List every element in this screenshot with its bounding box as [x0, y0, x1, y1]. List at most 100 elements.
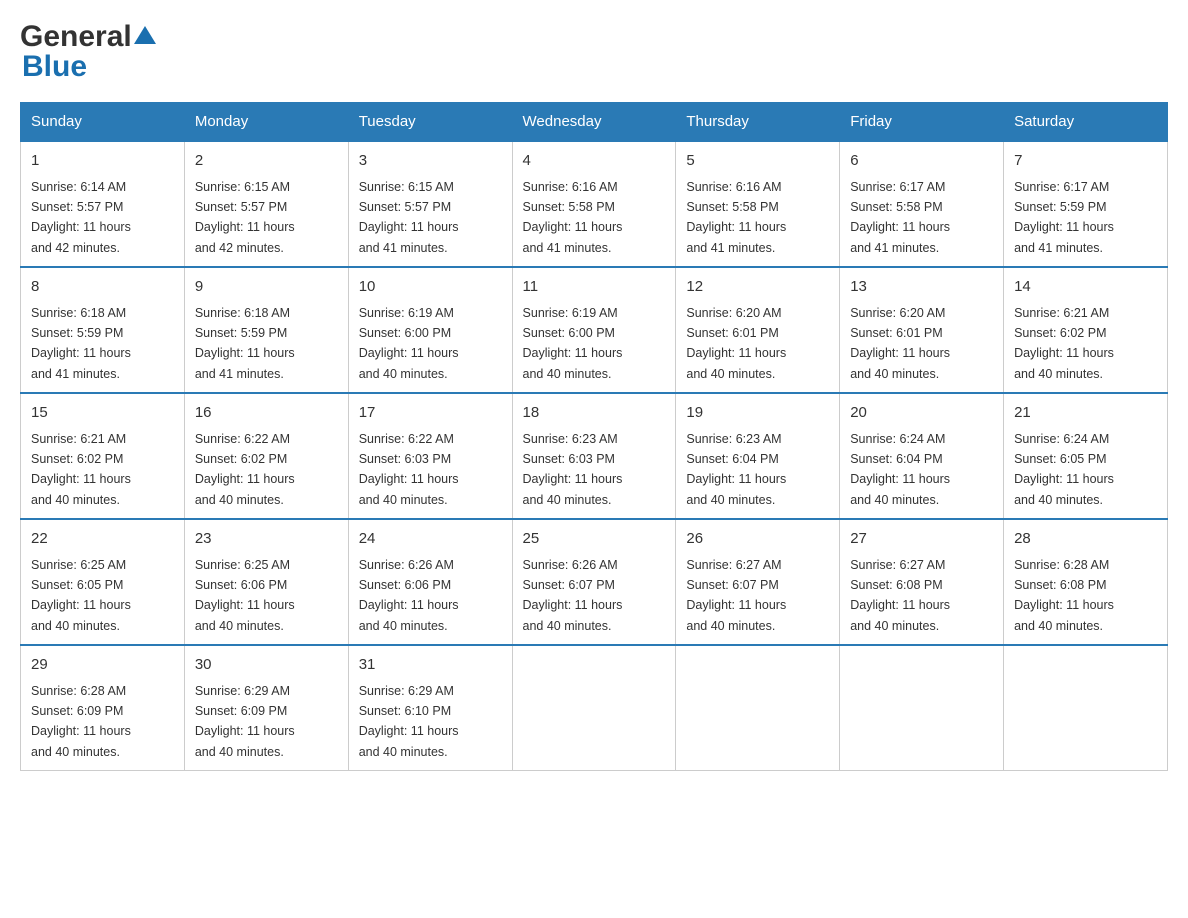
header-friday: Friday [840, 103, 1004, 142]
day-cell-28: 28 Sunrise: 6:28 AMSunset: 6:08 PMDayligh… [1004, 519, 1168, 645]
day-info: Sunrise: 6:15 AMSunset: 5:57 PMDaylight:… [195, 180, 295, 255]
day-info: Sunrise: 6:26 AMSunset: 6:07 PMDaylight:… [523, 558, 623, 633]
day-number: 3 [359, 150, 502, 173]
header-saturday: Saturday [1004, 103, 1168, 142]
day-cell-10: 10 Sunrise: 6:19 AMSunset: 6:00 PMDayligh… [348, 267, 512, 393]
day-number: 16 [195, 402, 338, 425]
day-info: Sunrise: 6:16 AMSunset: 5:58 PMDaylight:… [686, 180, 786, 255]
day-cell-29: 29Sunrise: 6:28 AMSunset: 6:09 PMDayligh… [21, 645, 185, 771]
day-cell-1: 1 Sunrise: 6:14 AMSunset: 5:57 PMDaylight… [21, 141, 185, 267]
day-number: 27 [850, 528, 993, 551]
day-number: 31 [359, 654, 502, 677]
day-number: 14 [1014, 276, 1157, 299]
week-row-4: 22Sunrise: 6:25 AMSunset: 6:05 PMDayligh… [21, 519, 1168, 645]
day-cell-21: 21 Sunrise: 6:24 AMSunset: 6:05 PMDayligh… [1004, 393, 1168, 519]
day-number: 20 [850, 402, 993, 425]
day-number: 17 [359, 402, 502, 425]
day-info: Sunrise: 6:23 AMSunset: 6:04 PMDaylight:… [686, 432, 786, 507]
day-cell-23: 23 Sunrise: 6:25 AMSunset: 6:06 PMDayligh… [184, 519, 348, 645]
day-number: 25 [523, 528, 666, 551]
day-info: Sunrise: 6:19 AMSunset: 6:00 PMDaylight:… [359, 306, 459, 381]
day-info: Sunrise: 6:19 AMSunset: 6:00 PMDaylight:… [523, 306, 623, 381]
day-cell-25: 25 Sunrise: 6:26 AMSunset: 6:07 PMDayligh… [512, 519, 676, 645]
day-number: 12 [686, 276, 829, 299]
day-info: Sunrise: 6:29 AMSunset: 6:09 PMDaylight:… [195, 684, 295, 759]
day-cell-4: 4 Sunrise: 6:16 AMSunset: 5:58 PMDaylight… [512, 141, 676, 267]
day-cell-24: 24Sunrise: 6:26 AMSunset: 6:06 PMDayligh… [348, 519, 512, 645]
day-cell-16: 16 Sunrise: 6:22 AMSunset: 6:02 PMDayligh… [184, 393, 348, 519]
day-cell-11: 11 Sunrise: 6:19 AMSunset: 6:00 PMDayligh… [512, 267, 676, 393]
header-thursday: Thursday [676, 103, 840, 142]
week-row-3: 15 Sunrise: 6:21 AMSunset: 6:02 PMDayligh… [21, 393, 1168, 519]
logo-triangle-icon [134, 26, 156, 49]
day-info: Sunrise: 6:28 AMSunset: 6:08 PMDaylight:… [1014, 558, 1114, 633]
week-row-2: 8 Sunrise: 6:18 AMSunset: 5:59 PMDaylight… [21, 267, 1168, 393]
day-info: Sunrise: 6:22 AMSunset: 6:03 PMDaylight:… [359, 432, 459, 507]
day-info: Sunrise: 6:21 AMSunset: 6:02 PMDaylight:… [31, 432, 131, 507]
day-info: Sunrise: 6:16 AMSunset: 5:58 PMDaylight:… [523, 180, 623, 255]
empty-cell [1004, 645, 1168, 771]
day-info: Sunrise: 6:27 AMSunset: 6:08 PMDaylight:… [850, 558, 950, 633]
day-cell-14: 14 Sunrise: 6:21 AMSunset: 6:02 PMDayligh… [1004, 267, 1168, 393]
day-cell-22: 22Sunrise: 6:25 AMSunset: 6:05 PMDayligh… [21, 519, 185, 645]
day-info: Sunrise: 6:23 AMSunset: 6:03 PMDaylight:… [523, 432, 623, 507]
day-info: Sunrise: 6:28 AMSunset: 6:09 PMDaylight:… [31, 684, 131, 759]
day-info: Sunrise: 6:22 AMSunset: 6:02 PMDaylight:… [195, 432, 295, 507]
day-cell-20: 20 Sunrise: 6:24 AMSunset: 6:04 PMDayligh… [840, 393, 1004, 519]
day-cell-12: 12 Sunrise: 6:20 AMSunset: 6:01 PMDayligh… [676, 267, 840, 393]
day-number: 26 [686, 528, 829, 551]
day-number: 13 [850, 276, 993, 299]
day-number: 30 [195, 654, 338, 677]
week-row-5: 29Sunrise: 6:28 AMSunset: 6:09 PMDayligh… [21, 645, 1168, 771]
day-number: 6 [850, 150, 993, 173]
logo-general-text: General [20, 20, 132, 54]
day-number: 24 [359, 528, 502, 551]
day-number: 23 [195, 528, 338, 551]
day-number: 5 [686, 150, 829, 173]
day-number: 21 [1014, 402, 1157, 425]
day-info: Sunrise: 6:14 AMSunset: 5:57 PMDaylight:… [31, 180, 131, 255]
day-number: 4 [523, 150, 666, 173]
day-number: 11 [523, 276, 666, 299]
day-info: Sunrise: 6:24 AMSunset: 6:05 PMDaylight:… [1014, 432, 1114, 507]
day-cell-18: 18 Sunrise: 6:23 AMSunset: 6:03 PMDayligh… [512, 393, 676, 519]
day-info: Sunrise: 6:25 AMSunset: 6:06 PMDaylight:… [195, 558, 295, 633]
calendar-table: SundayMondayTuesdayWednesdayThursdayFrid… [20, 102, 1168, 771]
header-tuesday: Tuesday [348, 103, 512, 142]
day-number: 8 [31, 276, 174, 299]
day-cell-31: 31 Sunrise: 6:29 AMSunset: 6:10 PMDayligh… [348, 645, 512, 771]
day-info: Sunrise: 6:17 AMSunset: 5:58 PMDaylight:… [850, 180, 950, 255]
day-cell-26: 26Sunrise: 6:27 AMSunset: 6:07 PMDayligh… [676, 519, 840, 645]
day-cell-13: 13Sunrise: 6:20 AMSunset: 6:01 PMDayligh… [840, 267, 1004, 393]
day-number: 18 [523, 402, 666, 425]
day-info: Sunrise: 6:24 AMSunset: 6:04 PMDaylight:… [850, 432, 950, 507]
day-info: Sunrise: 6:17 AMSunset: 5:59 PMDaylight:… [1014, 180, 1114, 255]
day-cell-15: 15 Sunrise: 6:21 AMSunset: 6:02 PMDayligh… [21, 393, 185, 519]
day-cell-17: 17 Sunrise: 6:22 AMSunset: 6:03 PMDayligh… [348, 393, 512, 519]
day-number: 22 [31, 528, 174, 551]
day-info: Sunrise: 6:29 AMSunset: 6:10 PMDaylight:… [359, 684, 459, 759]
day-number: 10 [359, 276, 502, 299]
page-header: General Blue [20, 20, 1168, 84]
day-cell-8: 8 Sunrise: 6:18 AMSunset: 5:59 PMDaylight… [21, 267, 185, 393]
day-number: 2 [195, 150, 338, 173]
day-cell-19: 19 Sunrise: 6:23 AMSunset: 6:04 PMDayligh… [676, 393, 840, 519]
logo-blue-text: Blue [20, 50, 87, 84]
day-number: 28 [1014, 528, 1157, 551]
header-wednesday: Wednesday [512, 103, 676, 142]
header-monday: Monday [184, 103, 348, 142]
logo: General Blue [20, 20, 156, 84]
day-info: Sunrise: 6:18 AMSunset: 5:59 PMDaylight:… [31, 306, 131, 381]
empty-cell [676, 645, 840, 771]
day-number: 7 [1014, 150, 1157, 173]
day-info: Sunrise: 6:21 AMSunset: 6:02 PMDaylight:… [1014, 306, 1114, 381]
day-number: 1 [31, 150, 174, 173]
day-number: 9 [195, 276, 338, 299]
day-cell-5: 5 Sunrise: 6:16 AMSunset: 5:58 PMDaylight… [676, 141, 840, 267]
day-info: Sunrise: 6:20 AMSunset: 6:01 PMDaylight:… [686, 306, 786, 381]
day-number: 15 [31, 402, 174, 425]
day-cell-9: 9Sunrise: 6:18 AMSunset: 5:59 PMDaylight… [184, 267, 348, 393]
day-number: 19 [686, 402, 829, 425]
day-cell-30: 30 Sunrise: 6:29 AMSunset: 6:09 PMDayligh… [184, 645, 348, 771]
day-cell-7: 7 Sunrise: 6:17 AMSunset: 5:59 PMDaylight… [1004, 141, 1168, 267]
